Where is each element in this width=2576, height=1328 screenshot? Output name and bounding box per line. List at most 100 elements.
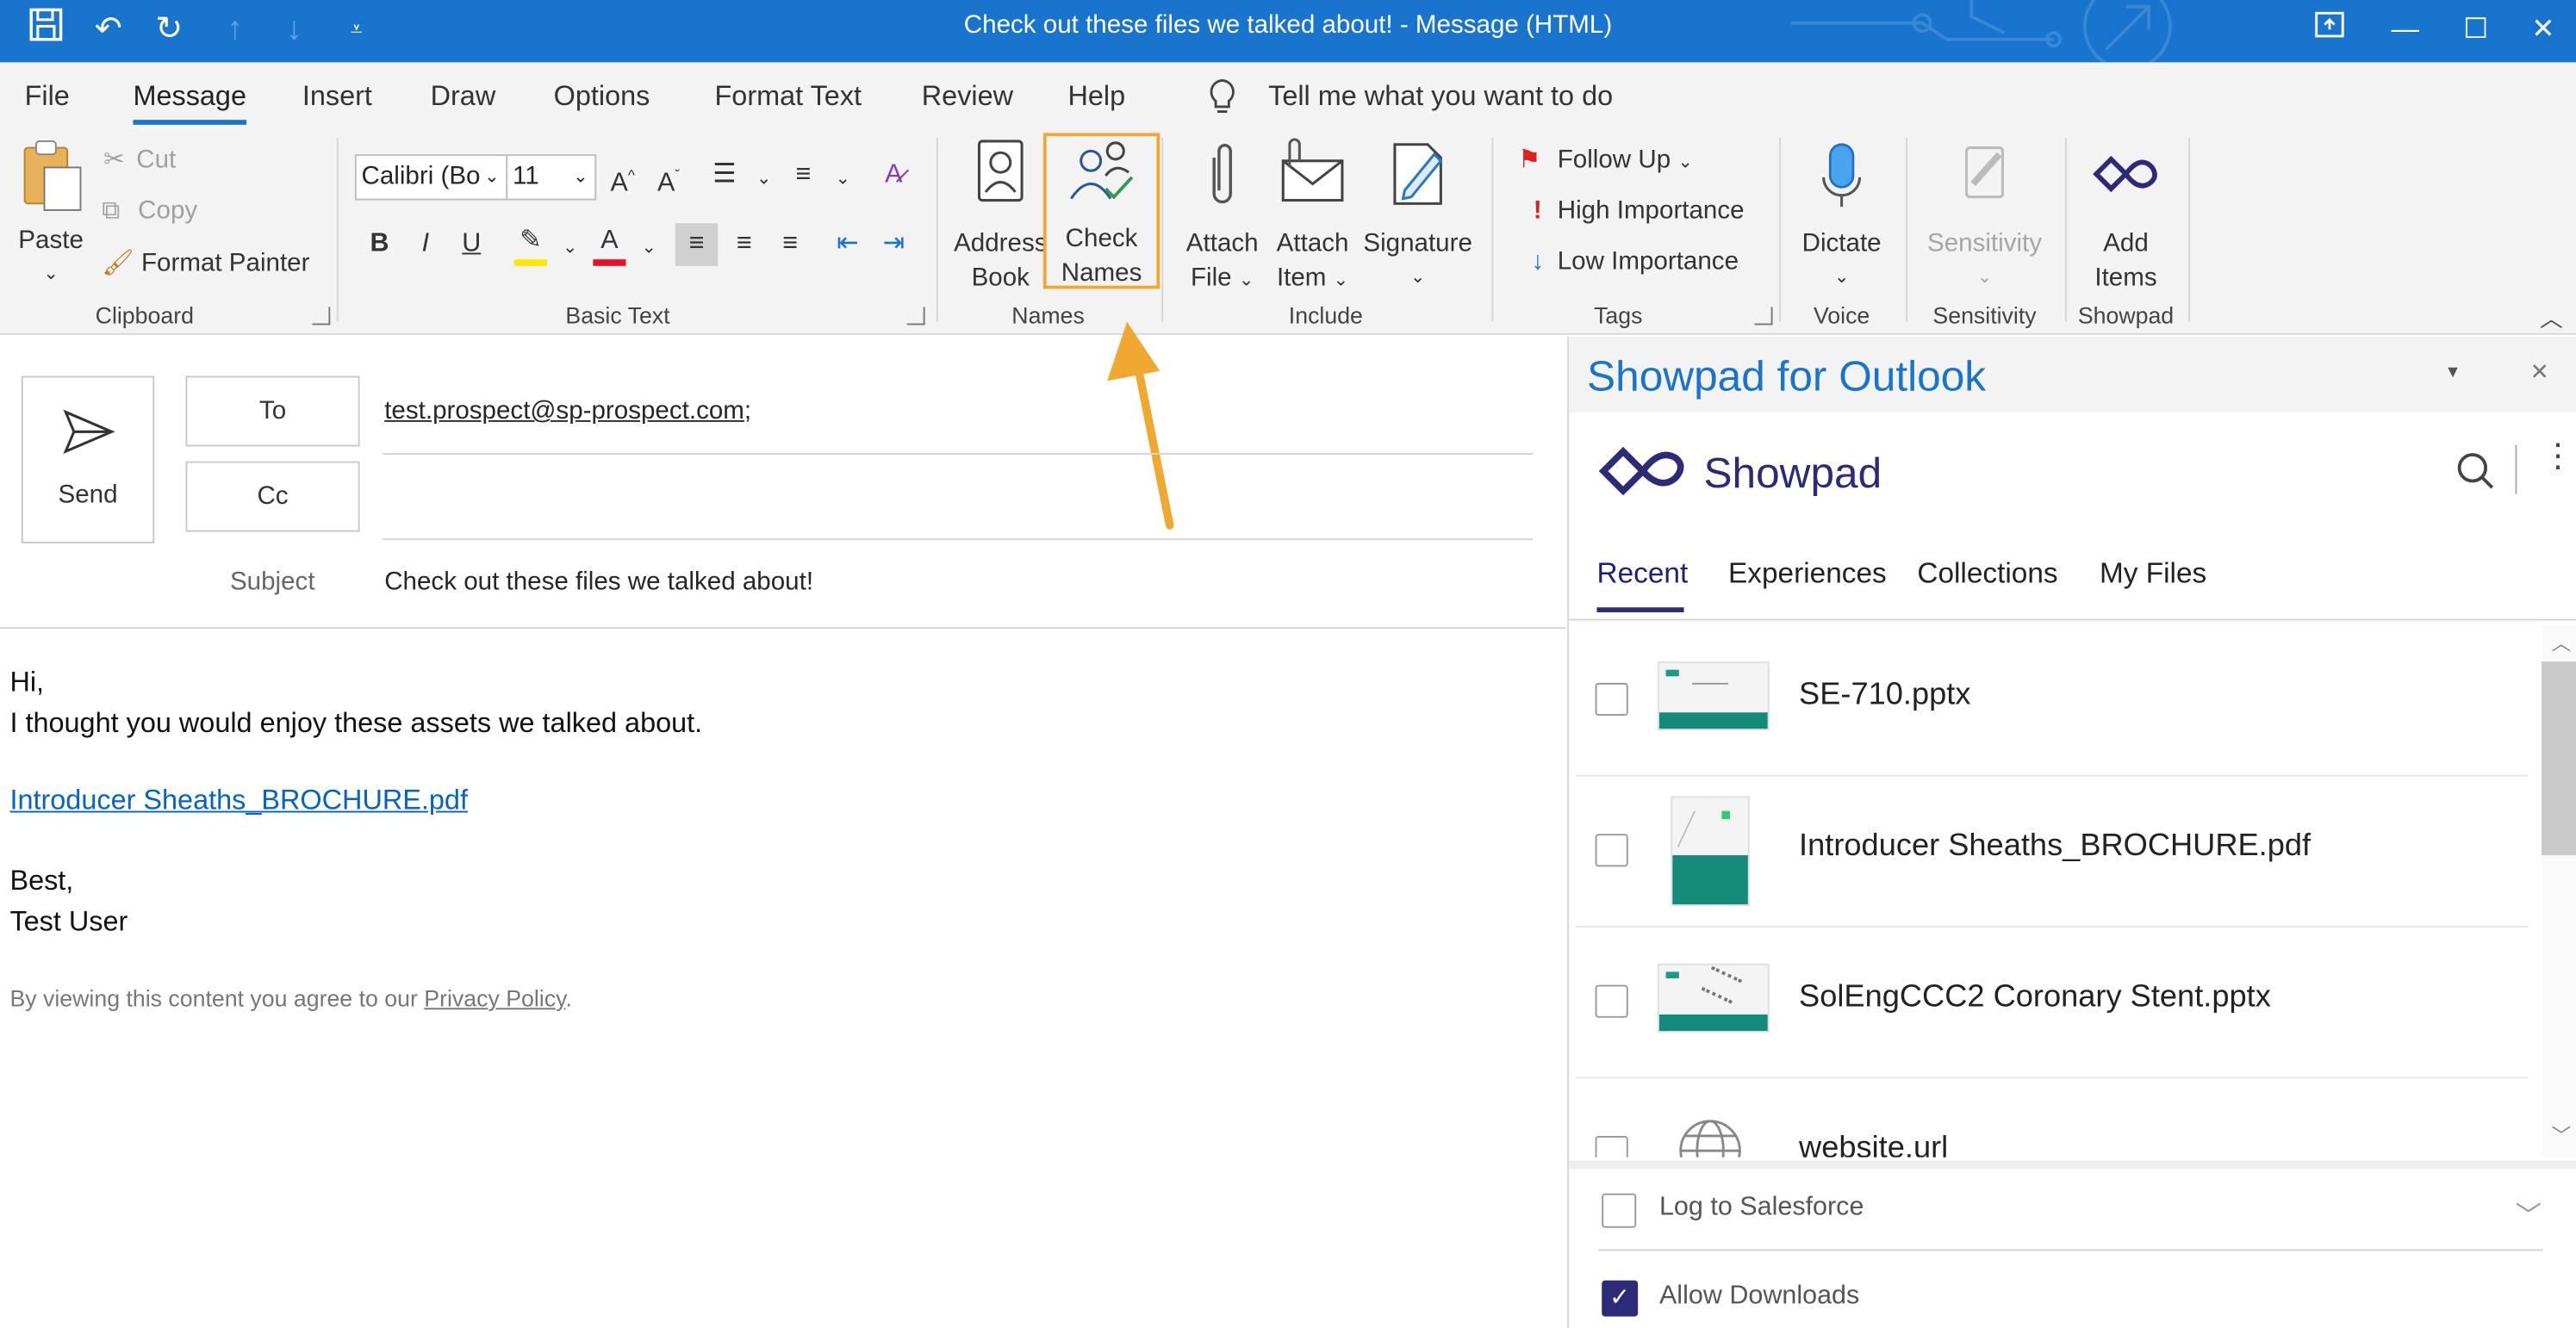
increase-indent-icon[interactable]: ⇥: [873, 223, 916, 266]
tab-options[interactable]: Options: [554, 80, 650, 113]
align-left-icon[interactable]: ≡: [675, 223, 719, 266]
numbering-icon[interactable]: ≡: [782, 154, 825, 197]
subject-field[interactable]: Check out these files we talked about!: [384, 568, 813, 597]
down-arrow-icon: ↓: [1531, 247, 1545, 276]
chevron-down-icon[interactable]: ⌄: [627, 227, 670, 270]
file-checkbox[interactable]: [1595, 984, 1628, 1018]
privacy-policy-link[interactable]: Privacy Policy: [424, 985, 565, 1011]
file-checkbox[interactable]: [1595, 682, 1628, 717]
scrollbar-thumb[interactable]: [2541, 661, 2576, 856]
allow-downloads-checkbox[interactable]: ✓: [1602, 1280, 1639, 1317]
collapse-ribbon-icon[interactable]: ︿: [2540, 302, 2563, 335]
group-label-names: Names: [1011, 301, 1085, 329]
underline-icon[interactable]: U: [450, 223, 493, 266]
follow-up-button[interactable]: ⚑ Follow Up ⌄: [1518, 145, 1693, 176]
shrink-font-icon[interactable]: Aˇ: [647, 154, 690, 197]
add-items-button[interactable]: Add Items: [2076, 138, 2175, 295]
tab-message[interactable]: Message: [133, 80, 246, 125]
font-color-bar: [593, 259, 626, 266]
group-label-clipboard: Clipboard: [95, 301, 194, 329]
align-center-icon[interactable]: ≡: [723, 223, 766, 266]
tab-draw[interactable]: Draw: [431, 80, 496, 113]
sensitivity-button[interactable]: Sensitivity ⌄: [1919, 138, 2050, 295]
cc-field[interactable]: [384, 464, 1531, 530]
search-icon[interactable]: [2456, 451, 2496, 499]
file-checkbox[interactable]: [1595, 1135, 1628, 1157]
paste-button[interactable]: Paste ⌄: [9, 138, 91, 292]
to-field[interactable]: test.prospect@sp-prospect.com;: [384, 397, 751, 426]
file-name: Introducer Sheaths_BROCHURE.pdf: [1799, 828, 2312, 864]
scroll-down-icon[interactable]: ﹀: [2551, 1121, 2571, 1149]
ribbon-separator: [2064, 138, 2067, 322]
tab-recent[interactable]: Recent: [1596, 556, 1688, 591]
address-book-button[interactable]: Address Book: [949, 138, 1051, 295]
chevron-down-icon[interactable]: ⌄: [821, 158, 864, 201]
decrease-indent-icon[interactable]: ⇤: [826, 223, 869, 266]
clear-formatting-icon[interactable]: A̷: [873, 154, 916, 197]
copy-button[interactable]: ⧉ Copy: [102, 197, 197, 227]
basic-text-launcher-icon[interactable]: [906, 307, 925, 326]
body-line-1: I thought you would enjoy these assets w…: [9, 707, 703, 739]
to-button[interactable]: To: [185, 375, 360, 447]
close-icon[interactable]: ✕: [2511, 7, 2576, 53]
close-pane-icon[interactable]: ✕: [2530, 358, 2549, 386]
more-options-icon[interactable]: ⋮: [2542, 440, 2574, 473]
chevron-down-icon[interactable]: ﹀: [2515, 1194, 2542, 1233]
italic-icon[interactable]: I: [404, 223, 447, 266]
to-recipient[interactable]: test.prospect@sp-prospect.com: [384, 397, 744, 425]
scroll-up-icon[interactable]: ︿: [2551, 629, 2571, 656]
attachment-link[interactable]: Introducer Sheaths_BROCHURE.pdf: [9, 785, 468, 817]
file-checkbox[interactable]: [1595, 834, 1628, 867]
send-button[interactable]: Send: [21, 375, 155, 543]
chevron-down-icon: ⌄: [1677, 152, 1693, 173]
font-name-select[interactable]: Calibri (Bo ⌄: [354, 154, 508, 201]
ribbon: Paste ⌄ ✂ Cut ⧉ Copy 🖌 Format Painter Clipb…: [0, 131, 2576, 335]
bullets-icon[interactable]: ☰: [703, 154, 746, 197]
tags-launcher-icon[interactable]: [1754, 307, 1773, 326]
bold-icon[interactable]: B: [358, 223, 401, 266]
scrollbar[interactable]: ︿ ﹀: [2541, 625, 2576, 1157]
restore-ribbon-icon[interactable]: [2297, 7, 2362, 53]
tab-my-files[interactable]: My Files: [2100, 556, 2206, 591]
align-right-icon[interactable]: ≡: [768, 223, 812, 266]
tab-insert[interactable]: Insert: [302, 80, 372, 113]
list-item[interactable]: SolEngCCC2 Coronary Stent.pptx: [1575, 928, 2529, 1079]
attach-item-label-2-row: Item ⌄: [1270, 261, 1355, 299]
tab-review[interactable]: Review: [922, 80, 1013, 113]
list-item[interactable]: website.url: [1576, 1078, 2529, 1157]
chevron-down-icon[interactable]: ⌄: [743, 158, 786, 201]
low-importance-button[interactable]: ↓ Low Importance: [1518, 248, 1739, 277]
tab-file[interactable]: File: [25, 80, 70, 113]
attach-item-button[interactable]: Attach Item ⌄: [1270, 138, 1355, 299]
list-item[interactable]: Introducer Sheaths_BROCHURE.pdf: [1575, 777, 2529, 928]
list-item[interactable]: SE-710.pptx: [1575, 625, 2529, 777]
high-importance-button[interactable]: ! High Importance: [1518, 197, 1745, 227]
tab-help[interactable]: Help: [1067, 80, 1125, 113]
cut-button[interactable]: ✂ Cut: [103, 145, 176, 176]
pane-options-icon[interactable]: ▾: [2448, 359, 2458, 382]
signature-label: Signature: [1363, 229, 1472, 258]
grow-font-icon[interactable]: A^: [601, 154, 644, 197]
message-body[interactable]: Hi, I thought you would enjoy these asse…: [0, 629, 1565, 1328]
signature-button[interactable]: Signature ⌄: [1360, 138, 1475, 295]
group-label-sensitivity: Sensitivity: [1932, 301, 2037, 329]
format-painter-button[interactable]: 🖌 Format Painter: [102, 248, 309, 279]
cc-button[interactable]: Cc: [185, 461, 360, 532]
log-to-salesforce-checkbox[interactable]: [1602, 1193, 1637, 1228]
tab-format-text[interactable]: Format Text: [714, 80, 862, 113]
tab-experiences[interactable]: Experiences: [1728, 556, 1887, 591]
highlight-icon[interactable]: ✎: [509, 220, 552, 266]
to-separator: ;: [744, 397, 752, 425]
maximize-icon[interactable]: ☐: [2443, 7, 2509, 53]
attach-file-button[interactable]: Attach File ⌄: [1179, 138, 1265, 299]
font-name-value: Calibri (Bo: [361, 162, 481, 191]
clipboard-launcher-icon[interactable]: [312, 307, 331, 326]
chevron-down-icon[interactable]: ⌄: [549, 227, 592, 270]
font-size-select[interactable]: 11 ⌄: [506, 154, 597, 201]
tab-collections[interactable]: Collections: [1917, 556, 2057, 591]
tell-me-search[interactable]: Tell me what you want to do: [1268, 80, 1613, 113]
font-color-icon[interactable]: A: [588, 220, 632, 266]
minimize-icon[interactable]: —: [2373, 7, 2438, 53]
check-names-button[interactable]: Check Names: [1042, 133, 1160, 289]
dictate-button[interactable]: Dictate ⌄: [1794, 138, 1889, 295]
